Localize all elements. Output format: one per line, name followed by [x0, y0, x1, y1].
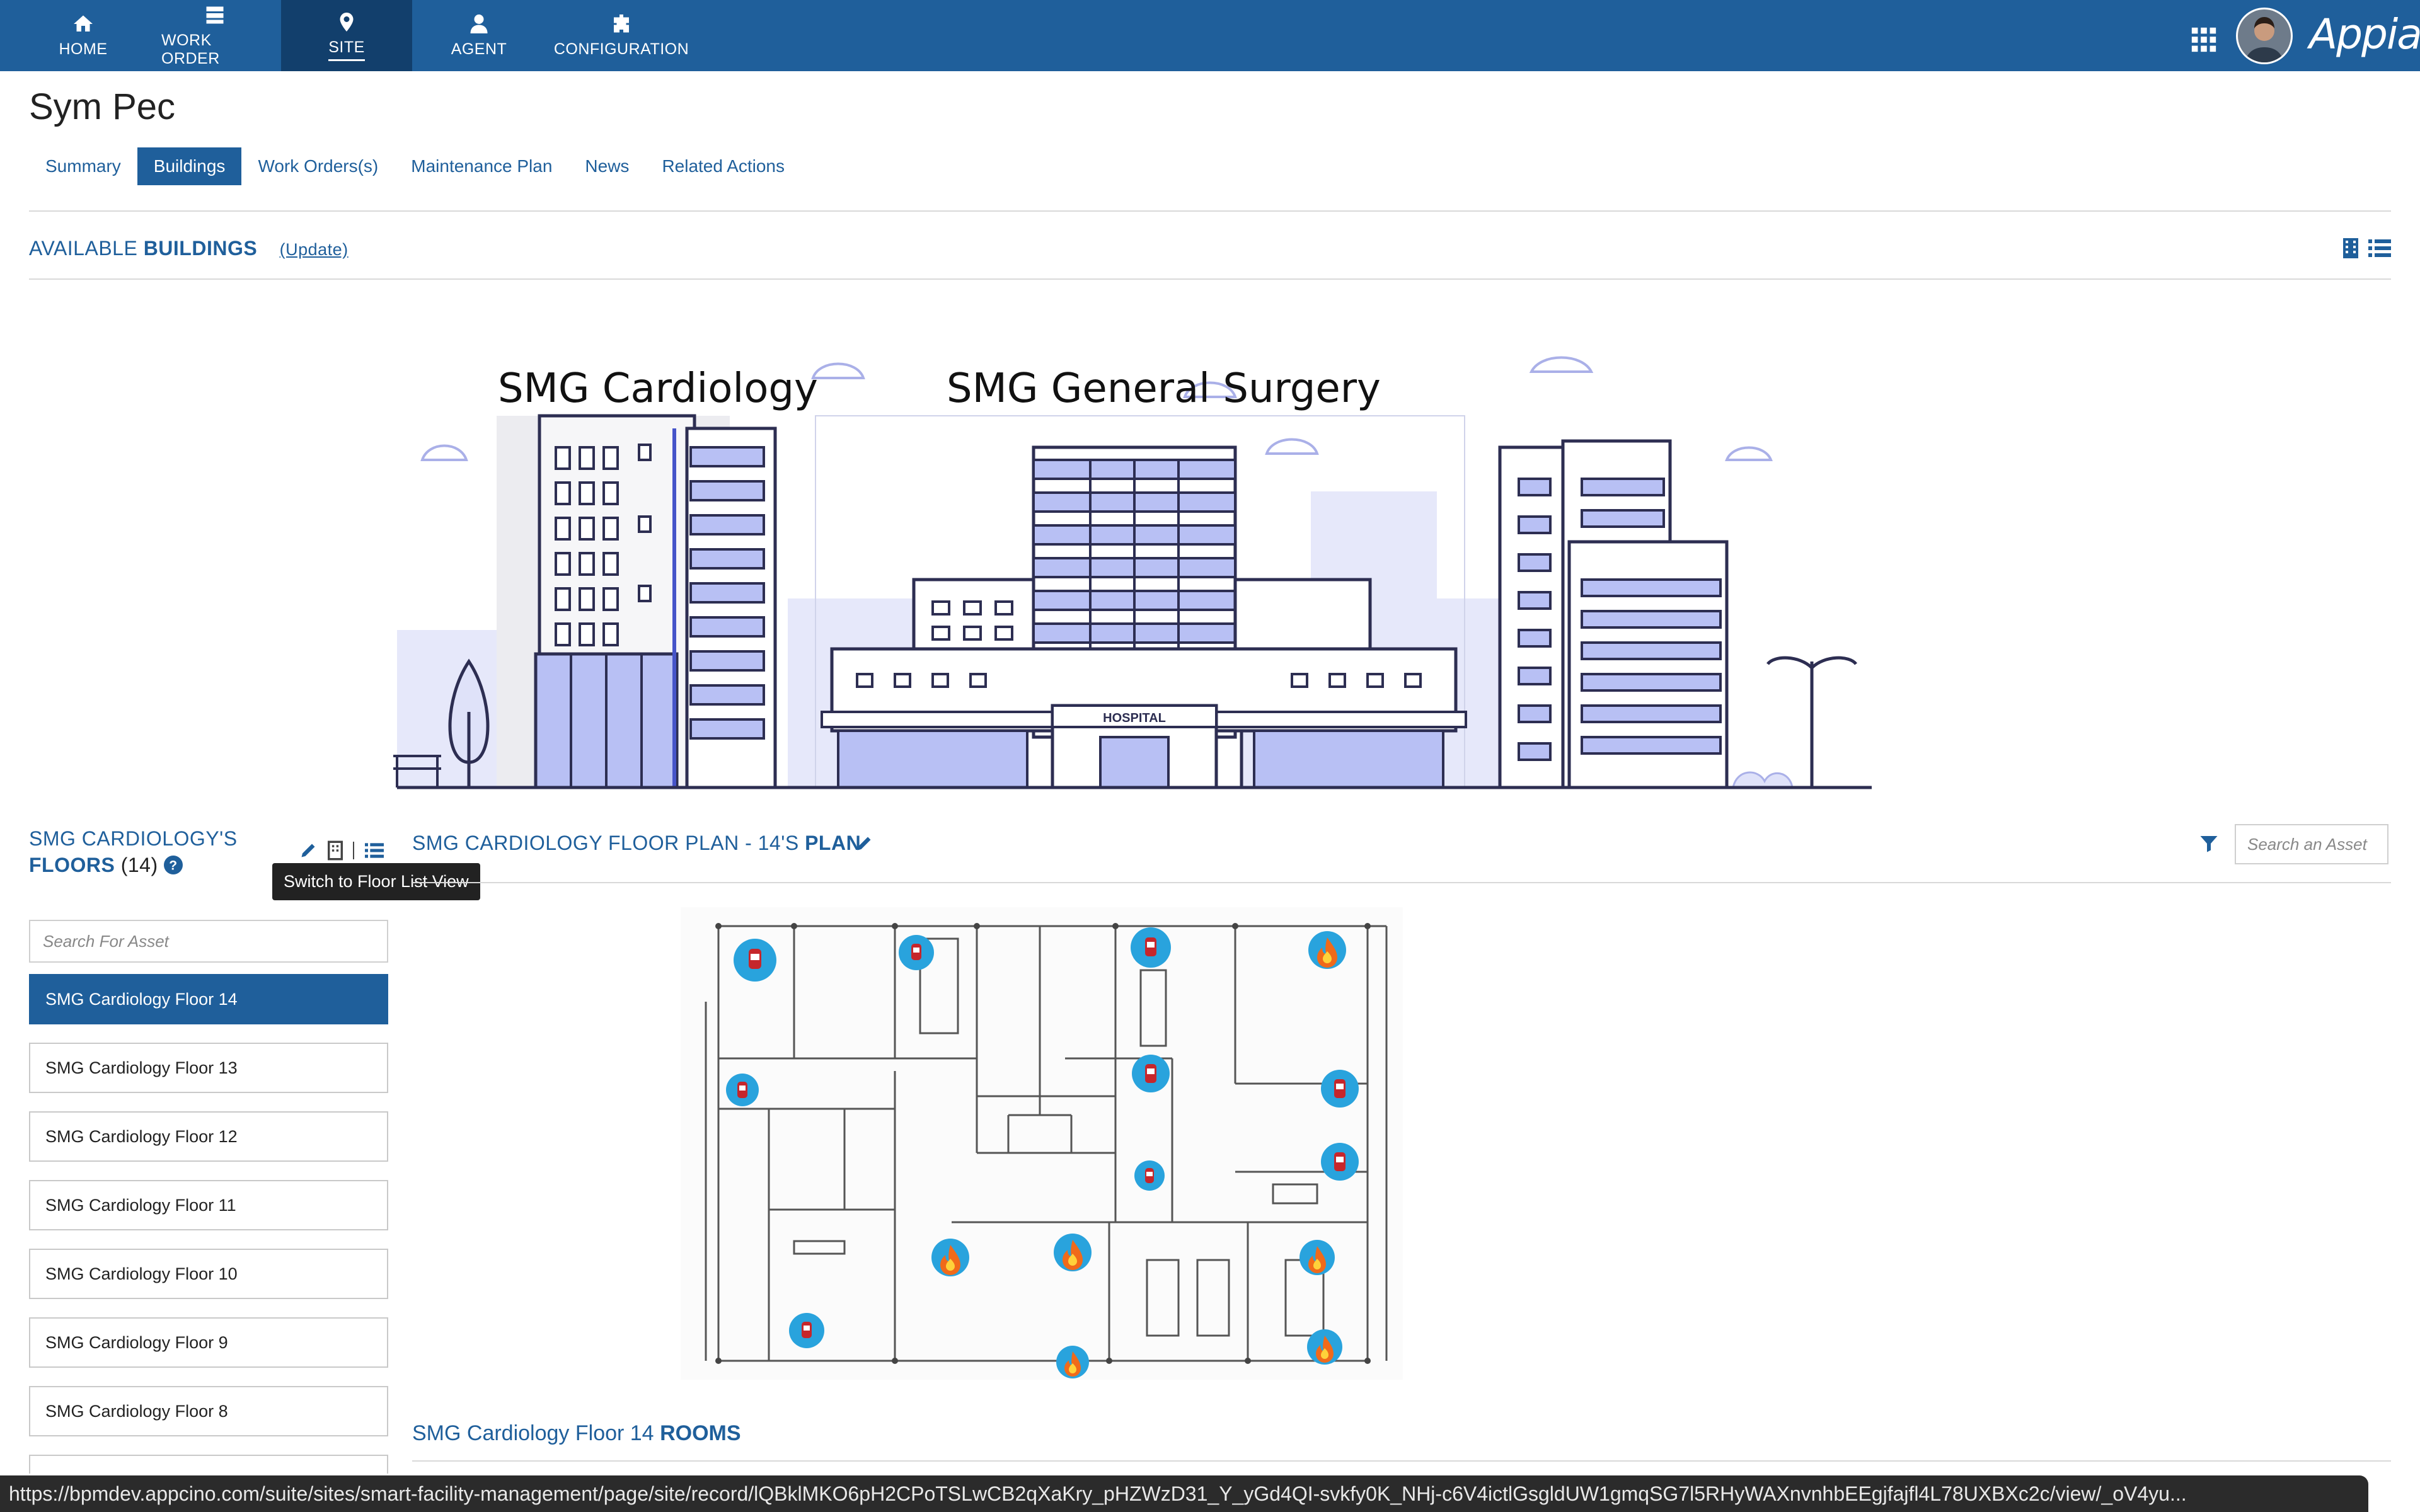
apartment-building [1498, 439, 1729, 789]
update-link[interactable]: (Update) [280, 240, 349, 259]
filter-icon[interactable] [2199, 834, 2218, 853]
available-buildings-heading: AVAILABLE BUILDINGS (Update) [29, 237, 349, 260]
list-view-icon[interactable] [364, 841, 384, 860]
floor-item[interactable]: SMG Cardiology Floor 14 [29, 974, 388, 1024]
work-order-icon [206, 6, 224, 23]
floor-item-partial[interactable] [29, 1455, 388, 1474]
floors-heading-line2: FLOORS (14) ? [29, 852, 238, 878]
floor-item[interactable]: SMG Cardiology Floor 12 [29, 1111, 388, 1162]
asset-search-input[interactable]: Search an Asset [2235, 824, 2388, 864]
fire-extinguisher-icon[interactable] [1132, 1055, 1170, 1092]
floor-item[interactable]: SMG Cardiology Floor 9 [29, 1317, 388, 1368]
fire-icon[interactable] [1054, 1234, 1092, 1271]
top-navigation-bar: HOME WORK ORDER SITE AGENT CONFIGURATION… [0, 0, 2420, 71]
fire-icon[interactable] [1056, 1346, 1089, 1378]
street-lamp [1766, 656, 1858, 788]
buildings-divider [29, 278, 2391, 280]
user-avatar[interactable] [2236, 8, 2293, 64]
floor-count: (14) [120, 854, 158, 876]
floors-heading: SMG CARDIOLOGY'S FLOORS (14) ? [29, 825, 238, 878]
tab-buildings[interactable]: Buildings [137, 147, 242, 185]
rooms-divider [412, 1460, 2391, 1462]
floor-item[interactable]: SMG Cardiology Floor 11 [29, 1180, 388, 1230]
heading-bold: BUILDINGS [143, 237, 258, 260]
nav-agent-label: AGENT [451, 40, 507, 58]
map-pin-icon [340, 12, 354, 32]
floor-item[interactable]: SMG Cardiology Floor 13 [29, 1043, 388, 1093]
tabs-divider [29, 210, 2391, 212]
page-title: Sym Pec [29, 86, 176, 127]
plan-heading-bold: PLAN [805, 832, 861, 854]
nav-work-order-label: WORK ORDER [161, 31, 220, 67]
app-grid-icon[interactable] [2189, 25, 2218, 54]
nav-configuration[interactable]: CONFIGURATION [553, 0, 689, 71]
fire-extinguisher-icon[interactable] [726, 1074, 759, 1106]
buildings-illustration: HOSPITAL SMG Cardiology SMG General Surg… [384, 334, 1884, 794]
nav-configuration-label: CONFIGURATION [553, 40, 689, 58]
rooms-heading: SMG Cardiology Floor 14 ROOMS [412, 1421, 741, 1446]
general-surgery-building: HOSPITAL [815, 415, 1467, 789]
hospital-sign: HOSPITAL [1103, 711, 1166, 725]
floor-list: SMG Cardiology Floor 14 SMG Cardiology F… [29, 974, 388, 1492]
nav-home[interactable]: HOME [48, 0, 118, 71]
heading-prefix: AVAILABLE [29, 237, 138, 260]
floor-plan-heading: SMG CARDIOLOGY FLOOR PLAN - 14'S PLAN [412, 832, 861, 855]
plan-heading-prefix: SMG CARDIOLOGY FLOOR PLAN - 14'S [412, 832, 799, 854]
rooms-heading-prefix: SMG Cardiology Floor 14 [412, 1421, 654, 1445]
floor-tools [299, 840, 384, 861]
building-view-icon[interactable] [328, 840, 343, 861]
help-icon[interactable]: ? [164, 856, 183, 874]
floor-plan-drawing[interactable] [681, 907, 1403, 1380]
fire-extinguisher-icon[interactable] [899, 935, 934, 970]
puzzle-icon [614, 14, 629, 33]
tool-divider [353, 842, 354, 859]
cardiology-building [497, 414, 777, 789]
list-view-icon[interactable] [2368, 237, 2391, 260]
nav-home-label: HOME [59, 40, 108, 58]
svg-text:?: ? [169, 859, 178, 873]
fire-extinguisher-icon[interactable] [734, 939, 776, 982]
nav-work-order[interactable]: WORK ORDER [161, 0, 268, 71]
floors-heading-line1: SMG CARDIOLOGY'S [29, 827, 238, 850]
fire-icon[interactable] [1307, 1329, 1342, 1365]
person-icon [470, 14, 488, 33]
nav-site-label: SITE [328, 38, 365, 61]
fire-icon[interactable] [1299, 1240, 1335, 1275]
building-label-cardiology[interactable]: SMG Cardiology [498, 365, 818, 412]
floor-item[interactable]: SMG Cardiology Floor 10 [29, 1249, 388, 1299]
floor-plan-svg [681, 907, 1403, 1380]
plan-divider [412, 882, 2391, 883]
floor-item[interactable]: SMG Cardiology Floor 8 [29, 1386, 388, 1436]
tab-news[interactable]: News [568, 147, 645, 185]
appian-logo: Appian [2309, 10, 2420, 59]
nav-agent[interactable]: AGENT [444, 0, 514, 71]
floors-heading-bold: FLOORS [29, 854, 115, 876]
building-view-icon[interactable] [2342, 237, 2360, 260]
browser-status-url: https://bpmdev.appcino.com/suite/sites/s… [0, 1475, 2368, 1512]
rooms-heading-bold: ROOMS [660, 1421, 741, 1445]
record-tabs: Summary Buildings Work Orders(s) Mainten… [29, 147, 801, 185]
floor-asset-search-input[interactable]: Search For Asset [29, 920, 388, 963]
fire-extinguisher-icon[interactable] [1321, 1070, 1359, 1108]
tab-work-orders[interactable]: Work Orders(s) [241, 147, 395, 185]
nav-site[interactable]: SITE [281, 0, 412, 71]
tab-maintenance-plan[interactable]: Maintenance Plan [395, 147, 568, 185]
home-icon [74, 15, 93, 32]
tab-summary[interactable]: Summary [29, 147, 137, 185]
edit-plan-icon[interactable] [855, 834, 873, 853]
pencil-icon[interactable] [299, 841, 318, 860]
fire-extinguisher-icon[interactable] [789, 1313, 824, 1348]
fire-extinguisher-icon[interactable] [1134, 1160, 1165, 1191]
building-label-general-surgery[interactable]: SMG General Surgery [947, 365, 1381, 412]
fire-extinguisher-icon[interactable] [1131, 927, 1171, 968]
fire-icon[interactable] [1308, 931, 1346, 969]
fire-extinguisher-icon[interactable] [1321, 1143, 1359, 1181]
view-toggle [2342, 237, 2391, 260]
tab-related-actions[interactable]: Related Actions [645, 147, 801, 185]
user-photo [2238, 9, 2291, 62]
fire-icon[interactable] [931, 1239, 969, 1276]
